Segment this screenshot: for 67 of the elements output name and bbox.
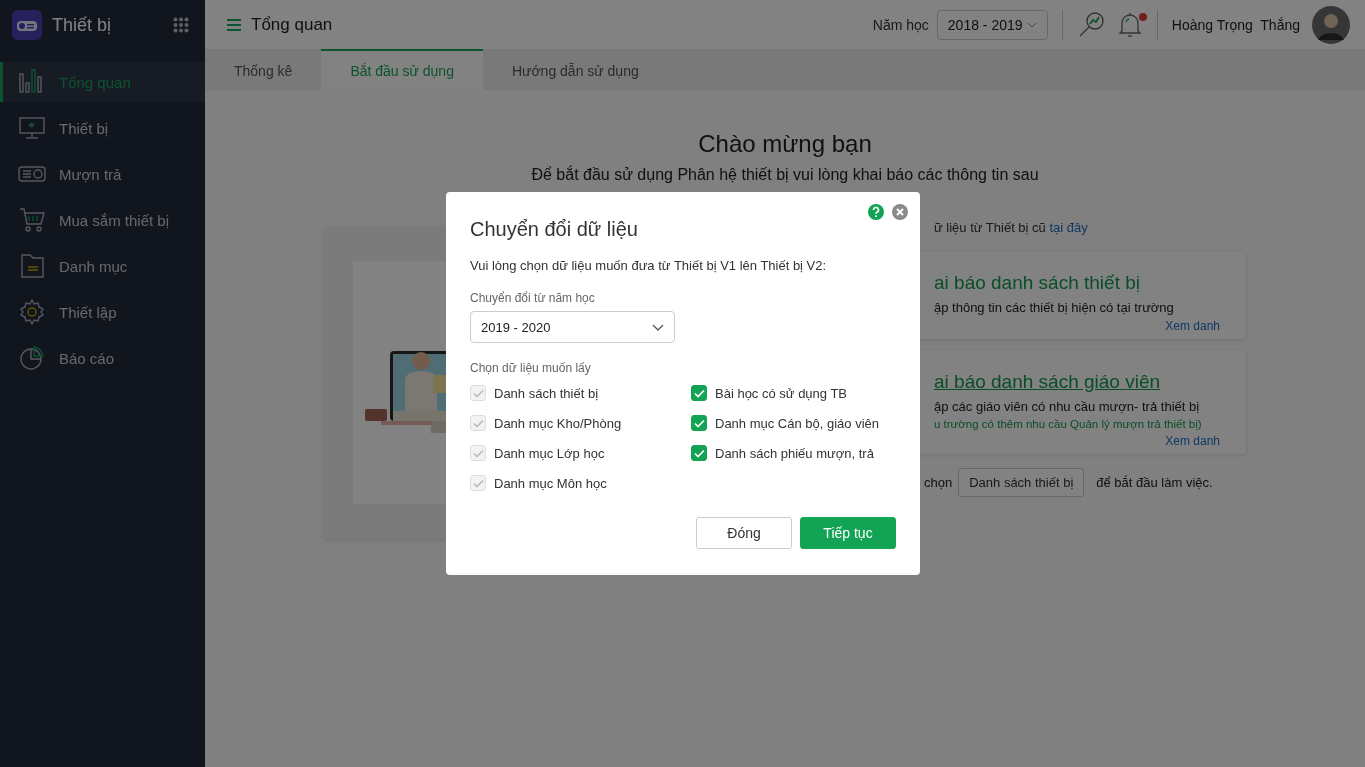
check-icon bbox=[472, 478, 484, 488]
chevron-down-icon bbox=[652, 323, 664, 331]
monitor-icon bbox=[18, 114, 46, 142]
start-prefix: chọn bbox=[924, 475, 953, 490]
tab[interactable]: Bắt đầu sử dụng bbox=[321, 49, 483, 90]
year-label: Năm học bbox=[872, 16, 929, 33]
migrate-text: ữ liệu từ Thiết bị cũ bbox=[934, 220, 1046, 235]
apps-grid-icon[interactable] bbox=[173, 17, 189, 33]
welcome-title: Chào mừng bạn bbox=[698, 130, 872, 158]
check-icon bbox=[472, 388, 484, 398]
welcome-subtitle: Để bắt đầu sử dụng Phân hệ thiết bị vui lòng khai báo các thông tin sau bbox=[531, 166, 1039, 184]
option-label: Danh mục Môn học bbox=[494, 475, 607, 491]
sidebar-item[interactable]: Mua sắm thiết bị bbox=[0, 197, 205, 243]
dialog-instruction: Vui lòng chọn dữ liệu muốn đưa từ Thiết bị V1 lên Thiết bị V2: bbox=[470, 258, 828, 273]
chevron-down-icon bbox=[1026, 21, 1037, 28]
option-label: Danh sách phiếu mượn, trả bbox=[715, 445, 874, 461]
cart-icon bbox=[18, 206, 46, 234]
check-icon bbox=[693, 448, 705, 458]
close-icon[interactable] bbox=[892, 204, 908, 220]
card-description: ập thông tin các thiết bị hiện có tại trường bbox=[934, 300, 1175, 315]
sidebar-item[interactable]: Thiết lập bbox=[0, 289, 205, 335]
menu-icon[interactable] bbox=[227, 18, 241, 31]
field-label: Chuyển đổi từ năm học bbox=[470, 291, 596, 305]
card-note: u trường có thêm nhu cầu Quản lý mượn trả thiết bị) bbox=[934, 418, 1203, 430]
option-label: Bài học có sử dụng TB bbox=[715, 385, 848, 401]
year-select[interactable]: 2019 - 2020 bbox=[470, 311, 675, 343]
page-title: Tổng quan bbox=[251, 14, 333, 35]
bell-icon[interactable] bbox=[1116, 10, 1143, 39]
device-list-button[interactable]: Danh sách thiết bị bbox=[958, 468, 1085, 497]
tab[interactable]: Thống kê bbox=[205, 49, 322, 90]
check-icon bbox=[472, 448, 484, 458]
option-label: Danh sách thiết bị bbox=[494, 385, 599, 401]
start-suffix: để bắt đầu làm việc. bbox=[1096, 475, 1213, 490]
card-title[interactable]: ai báo danh sách thiết bị bbox=[934, 272, 1236, 294]
pie-chart-icon bbox=[18, 344, 46, 372]
avatar[interactable] bbox=[1312, 5, 1350, 44]
gear-icon bbox=[18, 298, 46, 326]
sidebar-item[interactable]: Danh mục bbox=[0, 243, 205, 289]
option-label: Danh mục Lớp học bbox=[494, 445, 605, 461]
checkbox[interactable] bbox=[691, 385, 707, 401]
option-label: Danh mục Kho/Phòng bbox=[494, 415, 622, 431]
sidebar-item[interactable]: Thiết bị bbox=[0, 105, 205, 151]
check-icon bbox=[472, 418, 484, 428]
tab[interactable]: Hướng dẫn sử dụng bbox=[482, 49, 668, 90]
check-icon bbox=[693, 388, 705, 398]
option-label: Danh mục Cán bộ, giáo viên bbox=[715, 415, 880, 431]
projector-logo-icon bbox=[12, 10, 42, 40]
checkbox[interactable] bbox=[691, 445, 707, 461]
continue-button[interactable]: Tiếp tục bbox=[800, 517, 896, 549]
year-select[interactable]: 2018 - 2019 bbox=[936, 9, 1048, 40]
close-button[interactable]: Đóng bbox=[696, 517, 792, 549]
view-link[interactable]: Xem danh bbox=[934, 319, 1220, 333]
field-label: Chọn dữ liệu muốn lấy bbox=[470, 361, 592, 375]
app-title: Thiết bị bbox=[52, 14, 113, 36]
card-title[interactable]: ai báo danh sách giáo viên bbox=[934, 371, 1236, 393]
sidebar-item[interactable]: Mượn trả bbox=[0, 151, 205, 197]
help-icon[interactable] bbox=[868, 204, 884, 220]
card-description: ập các giáo viên có nhu cầu mượn- trả thiết bị bbox=[934, 399, 1201, 414]
view-link[interactable]: Xem danh bbox=[934, 434, 1220, 448]
dialog-title: Chuyển đổi dữ liệu bbox=[470, 218, 639, 241]
sidebar-item[interactable]: Tổng quan bbox=[0, 62, 205, 102]
folder-icon bbox=[18, 252, 46, 280]
migrate-link[interactable]: tại đây bbox=[1049, 220, 1088, 235]
checkbox[interactable] bbox=[691, 415, 707, 431]
check-icon bbox=[693, 418, 705, 428]
user-name[interactable]: Hoàng Trọng Thắng bbox=[1171, 16, 1300, 33]
sidebar-item[interactable]: Báo cáo bbox=[0, 335, 205, 381]
